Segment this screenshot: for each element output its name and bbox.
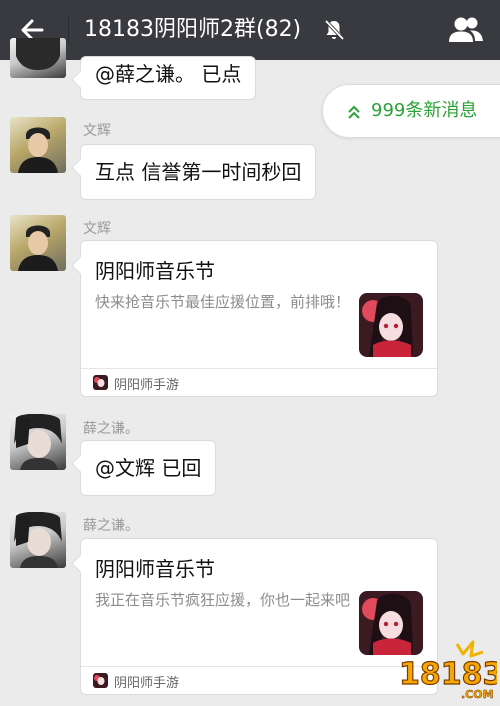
avatar[interactable]	[10, 512, 66, 568]
new-messages-label: 999条新消息	[371, 100, 478, 121]
double-chevron-up-icon	[348, 105, 360, 119]
card-source[interactable]: 阴阳师手游	[81, 666, 437, 694]
sender-name: 文辉	[83, 123, 111, 139]
app-icon	[93, 673, 108, 688]
share-card[interactable]: 阴阳师音乐节 快来抢音乐节最佳应援位置，前排哦！ 阴阳师手游	[80, 240, 438, 397]
mute-bell-icon	[322, 18, 346, 42]
app-icon	[93, 375, 108, 390]
message-text: @文辉 已回	[95, 456, 202, 480]
avatar[interactable]	[10, 414, 66, 470]
card-title: 阴阳师音乐节	[95, 259, 215, 283]
card-source[interactable]: 阴阳师手游	[81, 368, 437, 396]
watermark-logo: 18183 .COM	[395, 640, 500, 702]
card-description: 我正在音乐节疯狂应援，你也一起来吧	[95, 591, 351, 609]
card-thumbnail	[359, 293, 423, 357]
message-text: 互点 信誉第一时间秒回	[95, 160, 302, 184]
card-source-label: 阴阳师手游	[114, 378, 180, 393]
watermark-suffix: .COM	[461, 688, 494, 701]
card-source-label: 阴阳师手游	[114, 676, 180, 691]
avatar[interactable]	[10, 215, 66, 271]
new-messages-button[interactable]: 999条新消息	[322, 84, 500, 138]
chat-title: 18183阴阳师2群(82)	[84, 17, 302, 42]
card-title: 阴阳师音乐节	[95, 557, 215, 581]
sender-name: 文辉	[83, 221, 111, 237]
avatar[interactable]	[10, 117, 66, 173]
share-card[interactable]: 阴阳师音乐节 我正在音乐节疯狂应援，你也一起来吧 阴阳师手游	[80, 538, 438, 695]
message-bubble[interactable]: 互点 信誉第一时间秒回	[80, 144, 317, 200]
message-bubble[interactable]: @文辉 已回	[80, 440, 217, 496]
group-members-icon[interactable]	[446, 14, 486, 46]
sender-name: 薛之谦。	[83, 421, 139, 437]
message-bubble[interactable]: @薛之谦。 已点	[80, 56, 257, 100]
header-divider	[68, 16, 69, 44]
avatar[interactable]	[10, 38, 66, 78]
card-description: 快来抢音乐节最佳应援位置，前排哦！	[95, 293, 351, 311]
message-text: @薛之谦。 已点	[95, 62, 242, 86]
sender-name: 薛之谦。	[83, 518, 139, 534]
chat-header: 18183阴阳师2群(82)	[0, 0, 500, 60]
watermark-text: 18183	[399, 657, 497, 692]
